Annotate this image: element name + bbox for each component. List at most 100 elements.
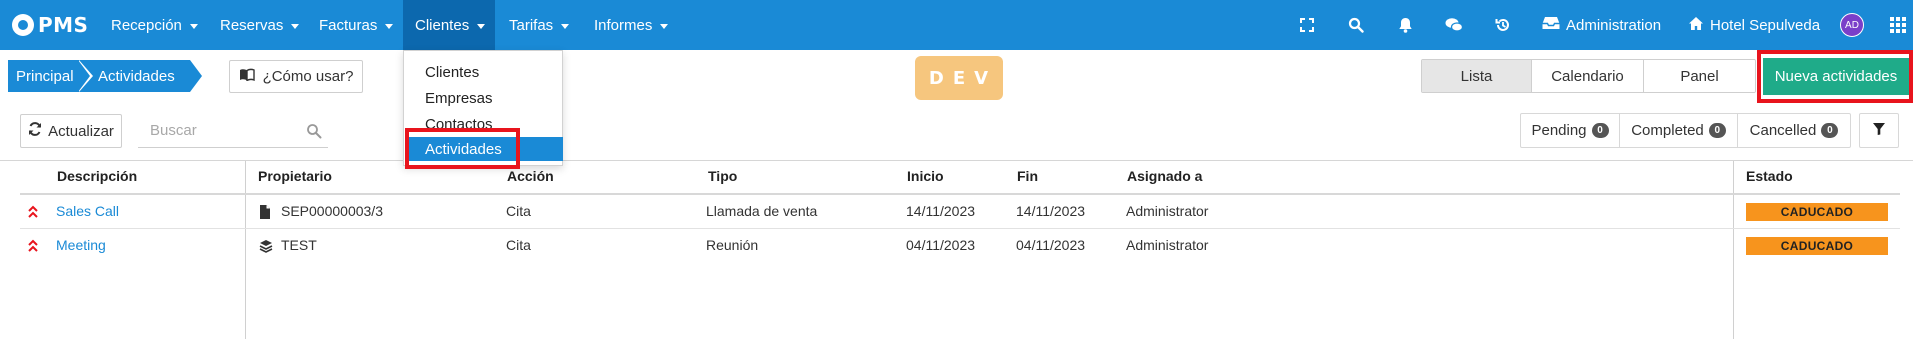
document-icon (259, 205, 273, 219)
home-icon (1688, 16, 1704, 35)
menu-facturas[interactable]: Facturas (319, 0, 394, 50)
bell-icon[interactable] (1395, 15, 1415, 35)
end-date-cell: 14/11/2023 (1016, 203, 1086, 219)
caret-down-icon (291, 23, 300, 29)
start-date-cell: 04/11/2023 (906, 237, 976, 253)
menu-label: Clientes (415, 16, 470, 34)
administration-link[interactable]: Administration (1542, 0, 1661, 50)
caret-down-icon (561, 23, 570, 29)
filter-button[interactable] (1859, 113, 1899, 148)
breadcrumb-principal[interactable]: Principal (8, 60, 93, 92)
caret-down-icon (189, 23, 198, 29)
row-divider (20, 228, 1900, 229)
end-date-cell: 04/11/2023 (1016, 237, 1086, 253)
menu-recepcion[interactable]: Recepción (111, 0, 198, 50)
count-badge: 0 (1708, 123, 1726, 138)
priority-high-icon (28, 205, 38, 219)
column-header-inicio[interactable]: Inicio (907, 168, 944, 184)
status-badge: CADUCADO (1746, 203, 1888, 221)
inbox-icon (1542, 16, 1560, 34)
owner-cell: TEST (281, 237, 317, 253)
search-icon[interactable] (306, 123, 322, 139)
count-badge: 0 (1821, 123, 1839, 138)
count-badge: 0 (1591, 123, 1609, 138)
clientes-dropdown-menu: Clientes Empresas Contactos Actividades (403, 50, 563, 166)
action-cell: Cita (506, 237, 531, 253)
menu-label: Facturas (319, 16, 378, 34)
fullscreen-icon[interactable] (1297, 15, 1317, 35)
action-cell: Cita (506, 203, 531, 219)
owner-cell: SEP00000003/3 (281, 203, 383, 219)
column-header-fin[interactable]: Fin (1017, 168, 1038, 184)
search-input[interactable] (138, 114, 298, 147)
view-switcher: Lista Calendario Panel (1421, 59, 1756, 93)
refresh-label: Actualizar (48, 122, 114, 140)
filter-label: Pending (1531, 122, 1587, 139)
filter-label: Cancelled (1749, 122, 1817, 139)
column-separator (245, 161, 246, 339)
type-cell: Llamada de venta (706, 203, 818, 219)
search-icon[interactable] (1346, 15, 1366, 35)
column-separator (1733, 161, 1734, 339)
administration-label: Administration (1566, 16, 1662, 34)
column-header-estado[interactable]: Estado (1746, 168, 1793, 184)
menu-informes[interactable]: Informes (594, 0, 669, 50)
menu-clientes[interactable]: Clientes (403, 0, 495, 50)
tab-panel[interactable]: Panel (1644, 60, 1755, 92)
hotel-label: Hotel Sepulveda (1710, 16, 1821, 34)
activity-description-link[interactable]: Sales Call (56, 203, 119, 219)
start-date-cell: 14/11/2023 (906, 203, 976, 219)
table-top-border (0, 160, 1913, 161)
filter-pending[interactable]: Pending 0 (1521, 114, 1620, 147)
book-icon (239, 68, 255, 85)
logo-text: PMS (38, 13, 89, 37)
filter-label: Completed (1631, 122, 1704, 139)
column-header-accion[interactable]: Acción (507, 168, 554, 184)
menu-item-contactos[interactable]: Contactos (405, 111, 563, 137)
user-avatar[interactable]: AD (1840, 13, 1864, 37)
column-header-asignado[interactable]: Asignado a (1127, 168, 1202, 184)
funnel-icon (1872, 122, 1886, 140)
breadcrumb: Principal Actividades (8, 60, 202, 92)
tab-lista[interactable]: Lista (1422, 60, 1532, 92)
chat-icon[interactable] (1444, 15, 1464, 35)
caret-down-icon (660, 23, 669, 29)
filter-completed[interactable]: Completed 0 (1620, 114, 1738, 147)
apps-grid-icon[interactable] (1890, 17, 1906, 33)
how-to-use-button[interactable]: ¿Cómo usar? (229, 60, 363, 93)
hotel-selector[interactable]: Hotel Sepulveda (1688, 0, 1820, 50)
assigned-cell: Administrator (1126, 203, 1209, 219)
status-badge: CADUCADO (1746, 237, 1888, 255)
type-cell: Reunión (706, 237, 759, 253)
layers-icon (259, 239, 273, 253)
column-header-tipo[interactable]: Tipo (708, 168, 737, 184)
tab-calendario[interactable]: Calendario (1532, 60, 1644, 92)
menu-label: Recepción (111, 16, 182, 34)
table-header-border (20, 193, 1900, 195)
menu-item-empresas[interactable]: Empresas (405, 85, 563, 111)
menu-tarifas[interactable]: Tarifas (509, 0, 570, 50)
new-activity-highlight (1757, 50, 1913, 103)
caret-down-icon (477, 23, 486, 29)
activity-description-link[interactable]: Meeting (56, 237, 106, 253)
top-navbar: PMS Recepción Reservas Facturas Clientes… (0, 0, 1913, 50)
column-header-propietario[interactable]: Propietario (258, 168, 332, 184)
menu-label: Informes (594, 16, 653, 34)
history-icon[interactable] (1493, 15, 1513, 35)
how-to-use-label: ¿Cómo usar? (262, 68, 354, 85)
priority-high-icon (28, 239, 38, 253)
search-box (138, 114, 328, 148)
app-logo[interactable]: PMS (12, 11, 88, 39)
refresh-button[interactable]: Actualizar (20, 114, 122, 148)
assigned-cell: Administrator (1126, 237, 1209, 253)
menu-label: Reservas (220, 16, 284, 34)
caret-down-icon (385, 23, 394, 29)
menu-label: Tarifas (509, 16, 554, 34)
menu-item-clientes[interactable]: Clientes (405, 59, 563, 85)
column-header-descripcion[interactable]: Descripción (57, 168, 137, 184)
filter-cancelled[interactable]: Cancelled 0 (1738, 114, 1850, 147)
breadcrumb-actividades[interactable]: Actividades (78, 60, 202, 92)
status-filter-group: Pending 0 Completed 0 Cancelled 0 (1520, 113, 1851, 148)
menu-reservas[interactable]: Reservas (220, 0, 300, 50)
menu-item-actividades[interactable]: Actividades (405, 137, 563, 161)
